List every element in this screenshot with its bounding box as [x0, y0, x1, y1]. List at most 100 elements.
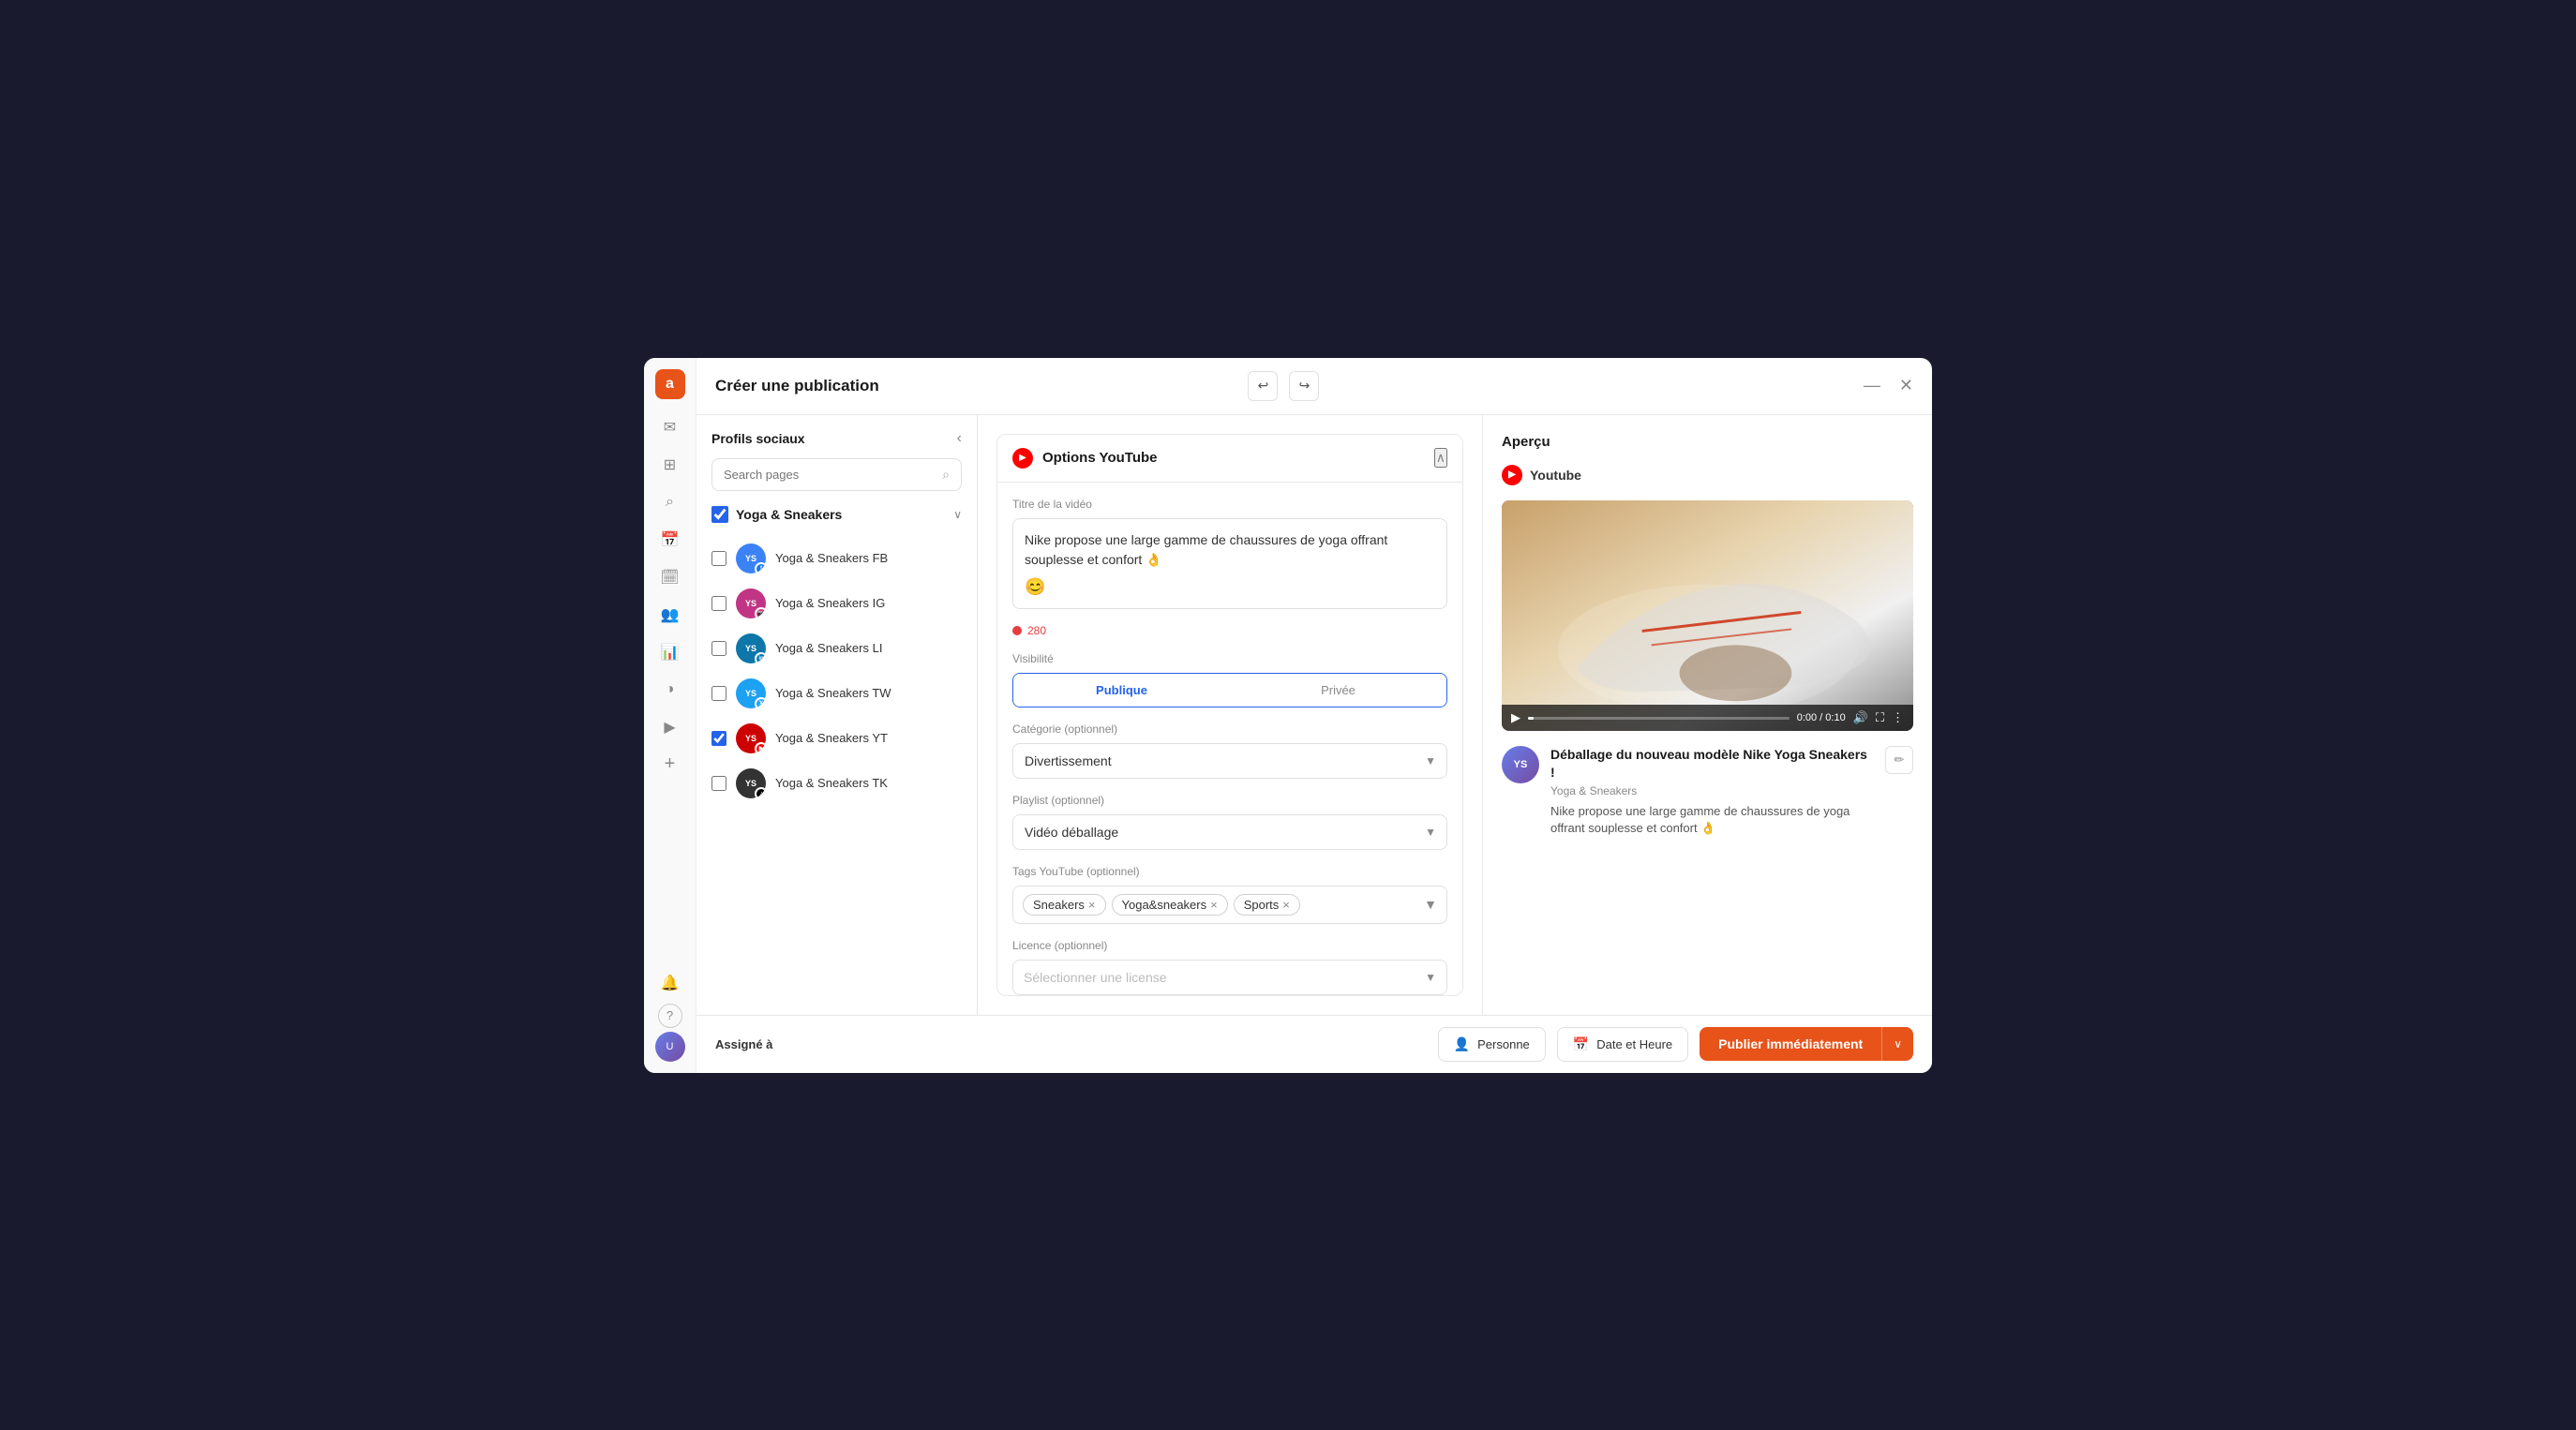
- profile-checkbox-fb[interactable]: [711, 551, 726, 566]
- tags-dropdown-button[interactable]: ▼: [1424, 897, 1437, 912]
- video-time: 0:00 / 0:10: [1797, 712, 1846, 723]
- avatar: YS ♪: [736, 768, 766, 798]
- modal-title: Créer une publication: [715, 377, 1236, 395]
- post-account: Yoga & Sneakers: [1550, 784, 1874, 797]
- add-icon[interactable]: +: [653, 748, 687, 782]
- platform-badge-li: in: [755, 652, 766, 663]
- visibility-label: Visibilité: [1012, 652, 1447, 665]
- post-card: YS Déballage du nouveau modèle Nike Yoga…: [1502, 746, 1913, 837]
- group-chevron-icon[interactable]: ∨: [953, 508, 962, 521]
- profile-name-tw: Yoga & Sneakers TW: [775, 686, 891, 700]
- video-title-textarea[interactable]: Nike propose une large gamme de chaussur…: [1012, 518, 1447, 609]
- sidebar-title: Profils sociaux: [711, 431, 805, 446]
- profile-name-yt: Yoga & Sneakers YT: [775, 731, 888, 745]
- grid-icon[interactable]: ⊞: [653, 448, 687, 482]
- tag-label-sneakers: Sneakers: [1033, 898, 1085, 912]
- help-icon[interactable]: ?: [658, 1004, 682, 1028]
- people-icon[interactable]: 👥: [653, 598, 687, 632]
- fullscreen-button[interactable]: ⛶: [1876, 710, 1884, 725]
- user-avatar[interactable]: U: [655, 1032, 685, 1062]
- group-row: Yoga & Sneakers ∨: [711, 502, 962, 527]
- tag-yogasneakers: Yoga&sneakers ×: [1112, 894, 1228, 916]
- person-icon: 👤: [1454, 1036, 1470, 1052]
- app-logo: a: [655, 369, 685, 399]
- calendar-icon[interactable]: 📅: [653, 523, 687, 557]
- license-select[interactable]: [1012, 960, 1447, 995]
- publish-button-group: Publier immédiatement ∨: [1700, 1027, 1913, 1061]
- preview-youtube-icon: ▶: [1502, 465, 1522, 485]
- main-content: ▶ Options YouTube ∧ Titre de la vidéo Ni…: [978, 415, 1482, 1015]
- modal-body: Profils sociaux ‹ ⌕ Yoga & Sneakers ∨: [696, 415, 1932, 1015]
- assigned-label: Assigné à: [715, 1037, 772, 1051]
- license-field: Licence (optionnel) Sélectionner une lic…: [1012, 939, 1447, 995]
- search-box: ⌕: [711, 458, 962, 491]
- platform-badge-ig: 📷: [755, 607, 766, 618]
- redo-button[interactable]: ↪: [1289, 371, 1319, 401]
- profile-checkbox-tk[interactable]: [711, 776, 726, 791]
- modal: Créer une publication ↩ ↪ — ✕ Profils so…: [696, 358, 1932, 1073]
- close-button[interactable]: ✕: [1899, 376, 1913, 395]
- tag-label-yogasneakers: Yoga&sneakers: [1122, 898, 1207, 912]
- options-header-left: ▶ Options YouTube: [1012, 448, 1158, 469]
- undo-button[interactable]: ↩: [1248, 371, 1278, 401]
- bell-icon[interactable]: 🔔: [653, 966, 687, 1000]
- profile-checkbox-tw[interactable]: [711, 686, 726, 701]
- schedule-date-button[interactable]: 📅 Date et Heure: [1557, 1027, 1688, 1062]
- options-collapse-button[interactable]: ∧: [1434, 448, 1447, 468]
- group-checkbox[interactable]: [711, 506, 728, 523]
- profile-name-tk: Yoga & Sneakers TK: [775, 776, 888, 790]
- tag-remove-sneakers[interactable]: ×: [1088, 899, 1096, 911]
- sidebar-collapse-button[interactable]: ‹: [957, 430, 962, 447]
- playlist-select[interactable]: Vidéo déballage Tutoriels: [1012, 814, 1447, 850]
- send-icon[interactable]: ✉: [653, 410, 687, 444]
- minimize-button[interactable]: —: [1864, 376, 1880, 395]
- tag-remove-sports[interactable]: ×: [1282, 899, 1290, 911]
- publish-button[interactable]: Publier immédiatement: [1700, 1027, 1881, 1061]
- video-title-field: Titre de la vidéo Nike propose une large…: [1012, 498, 1447, 609]
- video-nav-icon[interactable]: ▶: [653, 710, 687, 744]
- visibility-privee-button[interactable]: Privée: [1230, 674, 1446, 707]
- more-button[interactable]: ⋮: [1892, 710, 1904, 725]
- profile-checkbox-li[interactable]: [711, 641, 726, 656]
- chart-icon[interactable]: 📊: [653, 635, 687, 669]
- char-count-value: 280: [1027, 624, 1046, 637]
- post-edit-button[interactable]: ✏: [1885, 746, 1913, 774]
- modal-footer: Assigné à 👤 Personne 📅 Date et Heure Pub…: [696, 1015, 1932, 1073]
- modal-header: Créer une publication ↩ ↪ — ✕: [696, 358, 1932, 415]
- tags-container[interactable]: Sneakers × Yoga&sneakers × Sports ×: [1012, 886, 1447, 924]
- sidebar-header: Profils sociaux ‹: [711, 430, 962, 447]
- analytics-icon[interactable]: ⌕: [653, 485, 687, 519]
- calendar2-icon[interactable]: 🗓: [653, 560, 687, 594]
- app-container: a ✉ ⊞ ⌕ 📅 🗓 👥 📊 ◑ ▶ + 🔔 ? U Créer une pu…: [644, 358, 1932, 1073]
- list-item: YS in Yoga & Sneakers LI: [711, 628, 962, 669]
- avatar: YS in: [736, 633, 766, 663]
- dashboard-icon[interactable]: ◑: [653, 673, 687, 707]
- video-thumbnail: [1502, 500, 1913, 732]
- preview-platform: ▶ Youtube: [1502, 465, 1913, 485]
- search-icon: ⌕: [942, 467, 950, 483]
- emoji-button[interactable]: 😊: [1025, 577, 1045, 597]
- search-input[interactable]: [724, 468, 935, 482]
- publish-dropdown-button[interactable]: ∨: [1881, 1027, 1913, 1061]
- video-progress[interactable]: [1528, 717, 1790, 720]
- avatar: YS 𝕏: [736, 678, 766, 708]
- category-label: Catégorie (optionnel): [1012, 722, 1447, 736]
- tag-remove-yogasneakers[interactable]: ×: [1210, 899, 1218, 911]
- profile-checkbox-yt[interactable]: [711, 731, 726, 746]
- char-count-indicator: [1012, 626, 1022, 635]
- profile-name-fb: Yoga & Sneakers FB: [775, 551, 888, 565]
- video-preview: ▶ 0:00 / 0:10 🔊 ⛶ ⋮: [1502, 500, 1913, 732]
- avatar: YS 📷: [736, 588, 766, 618]
- play-button[interactable]: ▶: [1511, 710, 1520, 725]
- profile-list: YS f Yoga & Sneakers FB YS: [711, 538, 962, 804]
- visibility-publique-button[interactable]: Publique: [1013, 674, 1230, 707]
- visibility-field: Visibilité Publique Privée: [1012, 652, 1447, 708]
- volume-button[interactable]: 🔊: [1853, 710, 1868, 725]
- category-select[interactable]: Divertissement Sports Musique Éducation: [1012, 743, 1447, 779]
- list-item: YS f Yoga & Sneakers FB: [711, 538, 962, 579]
- youtube-icon: ▶: [1012, 448, 1033, 469]
- assign-person-button[interactable]: 👤 Personne: [1438, 1027, 1546, 1062]
- calendar-footer-icon: 📅: [1573, 1036, 1589, 1052]
- profile-checkbox-ig[interactable]: [711, 596, 726, 611]
- playlist-select-wrapper: Vidéo déballage Tutoriels ▼: [1012, 814, 1447, 850]
